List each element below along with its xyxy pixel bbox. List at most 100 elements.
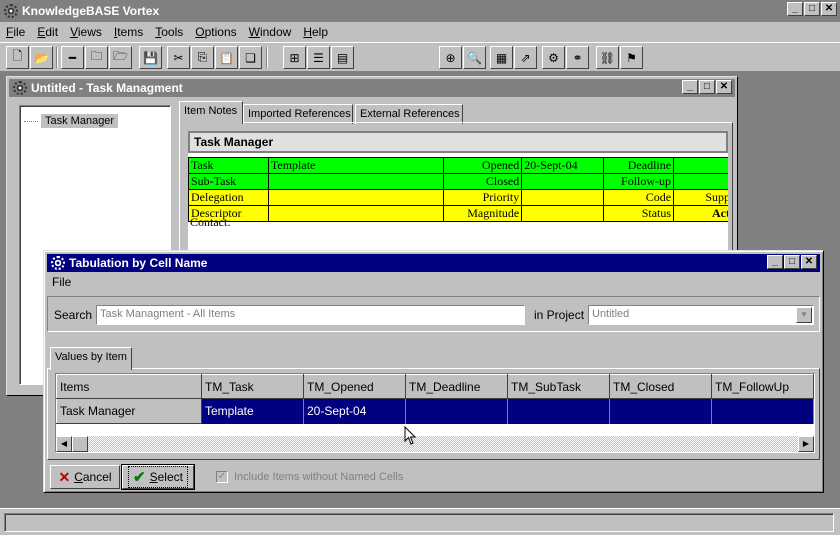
notes-cell[interactable]: Delegation	[188, 189, 269, 206]
notes-cell[interactable]: Opened	[443, 157, 523, 174]
close-button[interactable]: ✕	[821, 2, 837, 16]
copy-icon[interactable]: ⎘	[191, 46, 214, 69]
menu-file[interactable]: File	[6, 25, 25, 39]
folders-icon[interactable]: 🗁	[109, 46, 132, 69]
table-cell[interactable]: 20-Sept-04	[303, 398, 406, 424]
dialog-menu-file[interactable]: File	[52, 275, 71, 289]
table-cell[interactable]	[711, 398, 814, 424]
search-icon[interactable]: 🔍	[463, 46, 486, 69]
horizontal-scrollbar[interactable]: ◀ ▶	[56, 436, 814, 452]
results-grid[interactable]: Items TM_Task TM_Opened TM_Deadline TM_S…	[55, 373, 815, 453]
column-header-items[interactable]: Items	[56, 374, 202, 399]
tab-imported-references[interactable]: Imported References	[243, 104, 353, 124]
task-window-title-bar[interactable]: Untitled - Task Managment _ □ ✕	[9, 79, 735, 97]
notes-cell[interactable]: Magnitude	[443, 205, 523, 222]
notes-cell[interactable]: Deadline	[603, 157, 675, 174]
scroll-thumb[interactable]	[72, 436, 88, 452]
task-minimize-button[interactable]: _	[682, 80, 698, 94]
scroll-right-icon[interactable]: ▶	[798, 436, 814, 452]
notes-cell[interactable]: Task	[188, 157, 269, 174]
new-icon[interactable]: 🗋	[6, 46, 29, 69]
task-close-button[interactable]: ✕	[716, 80, 732, 94]
cancel-button[interactable]: ✕ Cancel	[50, 465, 120, 489]
table-cell[interactable]	[609, 398, 712, 424]
notes-cell[interactable]: Priority	[443, 189, 523, 206]
maximize-button[interactable]: □	[804, 2, 820, 16]
dialog-gear-icon[interactable]	[51, 256, 65, 270]
scroll-left-icon[interactable]: ◀	[56, 436, 72, 452]
menu-tools[interactable]: Tools	[155, 25, 183, 39]
dialog-minimize-button[interactable]: _	[767, 255, 783, 269]
table-row[interactable]: Task Manager Template 20-Sept-04	[56, 398, 814, 424]
menu-help[interactable]: Help	[303, 25, 328, 39]
checkbox-checked-icon[interactable]: ✓	[216, 471, 228, 483]
select-button[interactable]: ✔ Select	[121, 464, 195, 490]
binoculars-icon[interactable]: ⚭	[566, 46, 589, 69]
minus-icon[interactable]: ━	[61, 46, 84, 69]
menu-edit[interactable]: Edit	[37, 25, 58, 39]
folder-icon[interactable]: 🗀	[85, 46, 108, 69]
notes-cell[interactable]: Closed	[443, 173, 523, 190]
paste-icon[interactable]: 📋	[215, 46, 238, 69]
report-icon[interactable]: ▤	[331, 46, 354, 69]
list-icon[interactable]: ☰	[307, 46, 330, 69]
column-header-tm-opened[interactable]: TM_Opened	[303, 374, 406, 399]
tab-external-references[interactable]: External References	[355, 104, 463, 124]
notes-cell[interactable]	[267, 173, 445, 190]
include-items-checkbox[interactable]: ✓ Include Items without Named Cells	[216, 471, 403, 483]
chevron-down-icon[interactable]: ▼	[796, 307, 812, 323]
notes-cell[interactable]	[267, 205, 445, 222]
column-header-tm-deadline[interactable]: TM_Deadline	[405, 374, 508, 399]
tree-node-task-manager[interactable]: Task Manager	[24, 114, 119, 128]
notes-cell[interactable]: Code	[603, 189, 675, 206]
save-icon[interactable]: 💾	[139, 46, 162, 69]
table-cell[interactable]	[507, 398, 610, 424]
export-icon[interactable]: ⇗	[514, 46, 537, 69]
dialog-maximize-button[interactable]: □	[784, 255, 800, 269]
cut-icon[interactable]: ✂	[167, 46, 190, 69]
flags-icon[interactable]: ⚑	[620, 46, 643, 69]
app-title-bar[interactable]: KnowledgeBASE Vortex _ □ ✕	[0, 0, 840, 22]
notes-cell[interactable]	[521, 189, 605, 206]
menu-options[interactable]: Options	[195, 25, 236, 39]
notes-cell[interactable]: Supp	[673, 189, 728, 206]
notes-cell[interactable]	[267, 189, 445, 206]
column-header-tm-closed[interactable]: TM_Closed	[609, 374, 712, 399]
minimize-button[interactable]: _	[787, 2, 803, 16]
notes-cell[interactable]: Template	[267, 157, 445, 174]
notes-cell[interactable]	[521, 205, 605, 222]
search-input[interactable]: Task Managment - All Items	[96, 305, 525, 325]
dialog-title-bar[interactable]: Tabulation by Cell Name _ □ ✕	[47, 254, 820, 272]
column-header-tm-followup[interactable]: TM_FollowUp	[711, 374, 814, 399]
globe-icon[interactable]: ⊕	[439, 46, 462, 69]
notes-cell[interactable]	[521, 173, 605, 190]
dialog-close-button[interactable]: ✕	[801, 255, 817, 269]
table-cell[interactable]: Template	[201, 398, 304, 424]
settings-icon[interactable]: ⚙	[542, 46, 565, 69]
column-header-tm-subtask[interactable]: TM_SubTask	[507, 374, 610, 399]
table-cell[interactable]	[405, 398, 508, 424]
tab-values-by-item[interactable]: Values by Item	[50, 347, 132, 370]
notes-cell[interactable]	[673, 157, 728, 174]
notes-cell[interactable]: Follow-up	[603, 173, 675, 190]
delete-icon[interactable]: ❏	[239, 46, 262, 69]
app-gear-icon[interactable]	[4, 4, 18, 18]
menu-views[interactable]: Views	[70, 25, 102, 39]
task-maximize-button[interactable]: □	[699, 80, 715, 94]
task-window-gear-icon[interactable]	[13, 81, 27, 95]
notes-cell[interactable]: Act	[673, 205, 728, 222]
notes-cell[interactable]: Sub-Task	[188, 173, 269, 190]
tree-icon[interactable]: ⊞	[283, 46, 306, 69]
menu-items[interactable]: Items	[114, 25, 143, 39]
notes-cell[interactable]: 20-Sept-04	[521, 157, 605, 174]
notes-cell[interactable]: Status	[603, 205, 675, 222]
column-header-tm-task[interactable]: TM_Task	[201, 374, 304, 399]
menu-window[interactable]: Window	[249, 25, 292, 39]
notes-cell[interactable]	[673, 173, 728, 190]
row-header-item[interactable]: Task Manager	[56, 398, 202, 424]
tab-item-notes[interactable]: Item Notes	[179, 101, 243, 124]
project-select[interactable]: Untitled ▼	[588, 305, 814, 325]
open-icon[interactable]: 📂	[30, 46, 53, 69]
network-icon[interactable]: ⛓	[596, 46, 619, 69]
table-icon[interactable]: ▦	[490, 46, 513, 69]
